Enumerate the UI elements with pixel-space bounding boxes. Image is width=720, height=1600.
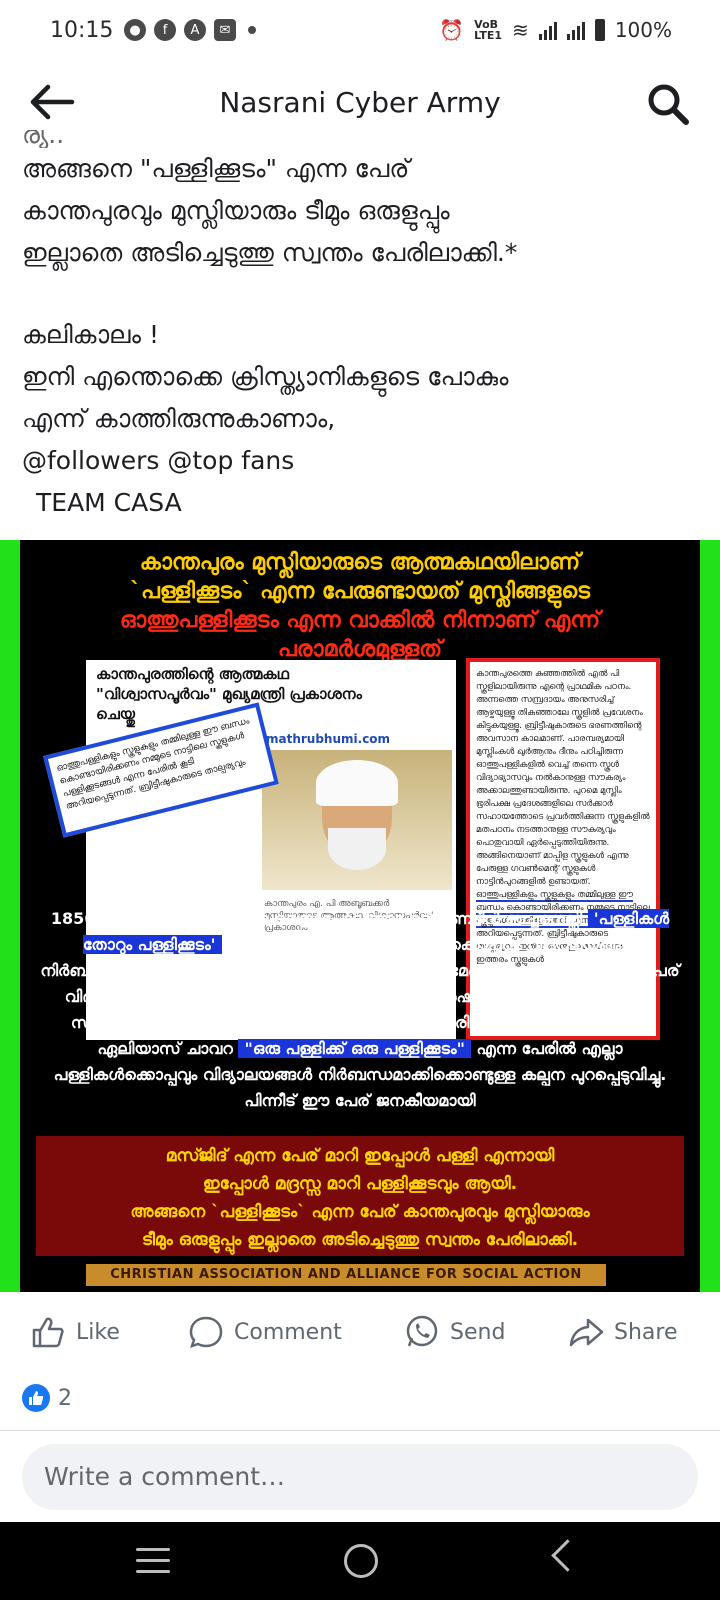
comment-input[interactable]: Write a comment… [22,1444,698,1510]
whatsapp-icon [406,1315,438,1347]
nav-back-icon[interactable] [551,1539,584,1572]
comment-bubble-icon [189,1316,223,1348]
signal-2-icon [566,20,585,40]
messenger-icon: ● [124,19,146,41]
send-button[interactable]: Send [404,1314,505,1350]
app-a-icon: A [184,19,206,41]
reaction-summary[interactable]: 2 [22,1384,72,1412]
poster-body: 1856ൽ വരാപ്പുഴ അതിരൂപത മെത്രാപ്പോലീത്താ … [40,909,680,1110]
mail-icon: ✉ [214,19,236,41]
battery-icon [594,19,605,41]
like-button[interactable]: Like [30,1314,120,1350]
post-actions: Like Comment Send Share [0,1292,720,1376]
post-line: ഇല്ലാതെ അടിച്ചെടുത്തു സ്വന്തം പേരിലാക്കി… [22,238,518,267]
home-icon[interactable] [344,1544,378,1578]
post-line: കാന്തപുരവും മുസ്ലിയാരും ടീമും ഒരുളുപ്പും [22,196,450,225]
post-line: എന്ന് കാത്തിരുന്നുകാണാം, [22,404,336,433]
comment-button[interactable]: Comment [188,1314,342,1350]
facebook-icon: f [154,19,176,41]
volte-icon: VoB LTE1 [474,18,503,42]
status-bar: 10:15 ● f A ✉ ⏰ VoB LTE1 ≋ 100% [0,0,720,64]
app-header: Nasrani Cyber Army [0,64,720,140]
post-tags: @followers @top fans [22,446,295,475]
share-button[interactable]: Share [568,1314,678,1350]
post-image[interactable]: കാന്തപുരം മുസ്ലിയാരുടെ ആത്മകഥയിലാണ് `പള്… [0,540,720,1292]
post-clipped-line: ര്യ.. [22,130,65,148]
post-line: കലികാലം ! [22,320,159,349]
post-line: അങ്ങനെ "പള്ളിക്കൂടം" എന്ന പേര് [22,154,410,183]
comment-placeholder: Write a comment… [44,1462,285,1491]
like-reaction-icon [22,1384,50,1412]
recent-apps-icon[interactable] [136,1548,170,1574]
poster-summary-box: മസ്ജിദ് എന്ന പേര് മാറി ഇപ്പോൾ പള്ളി എന്ന… [36,1136,684,1256]
alarm-icon: ⏰ [439,18,465,42]
divider [0,1430,720,1431]
thumbs-up-icon [32,1317,64,1348]
system-navigation-bar [0,1522,720,1600]
post-signature: TEAM CASA [36,488,182,517]
battery-percent: 100% [614,18,672,42]
reaction-count: 2 [58,1385,72,1411]
poster-headline: കാന്തപുരം മുസ്ലിയാരുടെ ആത്മകഥയിലാണ് `പള്… [119,550,601,662]
wifi-icon: ≋ [512,18,529,42]
page-title: Nasrani Cyber Army [219,86,501,119]
more-notifications-icon [248,26,256,34]
post-line: ഇനി എന്തൊക്കെ ക്രിസ്ത്യാനികളുടെ പോകും [22,362,509,391]
status-time: 10:15 [50,18,114,43]
signal-1-icon [538,20,557,40]
news-site-label: mathrubhumi.com [266,732,391,746]
poster-banner: CHRISTIAN ASSOCIATION AND ALLIANCE FOR S… [86,1264,606,1286]
search-icon[interactable] [646,82,690,126]
post-text: ര്യ.. അങ്ങനെ "പള്ളിക്കൂടം" എന്ന പേര് കാന… [22,130,702,524]
portrait-photo [262,750,452,890]
share-arrow-icon [569,1318,604,1347]
